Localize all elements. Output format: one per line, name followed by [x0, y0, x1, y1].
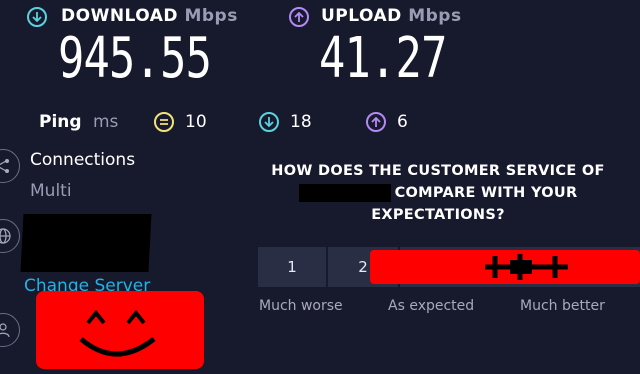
- rating-2-label: 2: [358, 258, 368, 276]
- rating-1-label: 1: [287, 258, 297, 276]
- upload-speed-value: 41.27: [319, 26, 447, 91]
- provider-name-redaction: [36, 291, 204, 369]
- question-line-2: COMPARE WITH YOUR: [258, 182, 618, 204]
- question-line-3: EXPECTATIONS?: [371, 207, 505, 223]
- upload-unit: Mbps: [408, 6, 462, 26]
- provider-name-redaction-inline: [298, 184, 391, 202]
- server-name-redaction: [20, 214, 152, 272]
- idle-ping-icon: [154, 112, 174, 132]
- download-ping-value: 18: [290, 112, 312, 132]
- download-title: DOWNLOAD Mbps: [61, 6, 238, 26]
- ping-title: Ping: [39, 112, 82, 132]
- scale-low-label: Much worse: [259, 298, 343, 314]
- question-line-2-text: COMPARE WITH YOUR: [394, 185, 578, 201]
- scale-mid-label: As expected: [388, 298, 475, 314]
- download-ping-icon: [259, 112, 279, 132]
- connections-value: Multi: [30, 181, 72, 201]
- user-icon: [0, 313, 20, 347]
- idle-ping-value: 10: [185, 112, 207, 132]
- scale-high-label: Much better: [520, 298, 605, 314]
- download-unit: Mbps: [184, 6, 238, 26]
- upload-ping-icon: [366, 112, 386, 132]
- globe-icon: [0, 219, 20, 253]
- upload-icon: [289, 7, 309, 27]
- upload-label: UPLOAD: [321, 6, 402, 26]
- rating-button-1[interactable]: 1: [258, 247, 326, 287]
- download-speed-value: 945.55: [58, 26, 212, 91]
- connections-icon: [0, 149, 20, 183]
- upload-ping-value: 6: [397, 112, 408, 132]
- download-label: DOWNLOAD: [61, 6, 179, 26]
- upload-title: UPLOAD Mbps: [321, 6, 462, 26]
- rating-buttons-redaction: [370, 250, 640, 284]
- question-line-1: HOW DOES THE CUSTOMER SERVICE OF: [271, 163, 605, 179]
- download-icon: [27, 7, 47, 27]
- ping-unit: ms: [92, 112, 119, 132]
- ping-label: Ping ms: [39, 112, 118, 132]
- connections-label: Connections: [30, 150, 136, 170]
- survey-question: HOW DOES THE CUSTOMER SERVICE OF COMPARE…: [258, 160, 618, 226]
